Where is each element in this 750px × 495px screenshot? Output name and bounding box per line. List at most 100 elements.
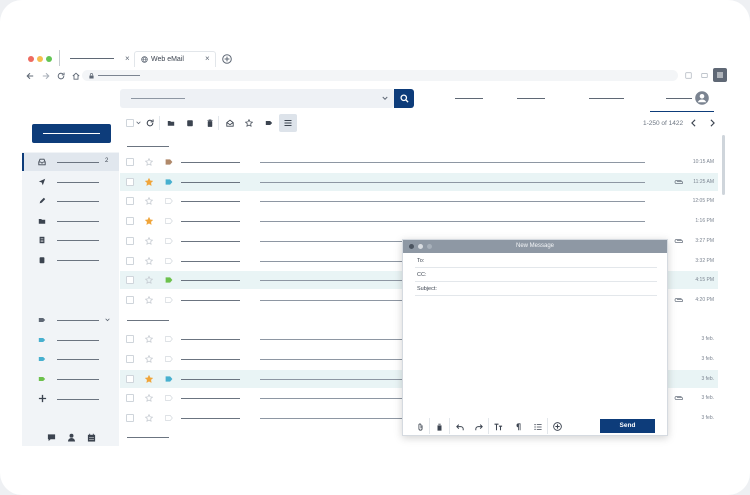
extension-icon-2[interactable]: [701, 72, 708, 79]
star-icon[interactable]: [145, 414, 153, 422]
email-checkbox[interactable]: [126, 197, 134, 205]
email-label-icon[interactable]: [165, 238, 173, 244]
prev-page-icon[interactable]: [690, 119, 697, 127]
email-checkbox[interactable]: [126, 257, 134, 265]
header-nav-link-3[interactable]: [589, 98, 624, 99]
email-label-icon[interactable]: [165, 258, 173, 264]
refresh-icon[interactable]: [146, 119, 154, 127]
star-icon[interactable]: [145, 355, 153, 363]
calendar-icon[interactable]: [87, 433, 96, 442]
email-checkbox[interactable]: [126, 237, 134, 245]
sidebar-label-1[interactable]: [57, 320, 99, 321]
chevron-down-icon[interactable]: [382, 96, 388, 101]
email-label-icon[interactable]: [165, 179, 173, 185]
sidebar-item-drafts[interactable]: [57, 201, 99, 202]
browser-menu-button[interactable]: [713, 68, 727, 82]
forward-icon[interactable]: [42, 72, 50, 80]
select-dropdown-icon[interactable]: [136, 121, 141, 125]
sidebar-label-4[interactable]: [57, 379, 99, 380]
email-checkbox[interactable]: [126, 335, 134, 343]
star-toolbar-icon[interactable]: [245, 119, 253, 127]
discard-icon[interactable]: [436, 423, 443, 431]
sidebar-item-documents[interactable]: [57, 240, 99, 241]
email-checkbox[interactable]: [126, 158, 134, 166]
sidebar-item-trash[interactable]: [57, 260, 99, 261]
minimize-window-dot[interactable]: [37, 56, 43, 62]
star-icon[interactable]: [145, 276, 153, 284]
folder-icon[interactable]: [167, 119, 175, 127]
email-label-icon[interactable]: [165, 356, 173, 362]
address-bar[interactable]: [82, 70, 678, 81]
undo-icon[interactable]: [456, 423, 464, 431]
email-checkbox[interactable]: [126, 296, 134, 304]
email-checkbox[interactable]: [126, 276, 134, 284]
search-input[interactable]: [120, 89, 394, 108]
subject-field[interactable]: [415, 295, 657, 296]
email-checkbox[interactable]: [126, 355, 134, 363]
email-checkbox[interactable]: [126, 217, 134, 225]
list-icon[interactable]: [534, 423, 542, 431]
star-icon[interactable]: [145, 197, 153, 205]
tab-close-icon[interactable]: ×: [205, 55, 210, 63]
tab-1-close-icon[interactable]: ×: [125, 55, 130, 63]
message-body[interactable]: [415, 298, 657, 413]
star-filled-icon[interactable]: [145, 178, 153, 186]
email-label-icon[interactable]: [165, 415, 173, 421]
email-label-icon[interactable]: [165, 159, 173, 165]
label-tag-icon[interactable]: [265, 119, 273, 127]
email-checkbox[interactable]: [126, 394, 134, 402]
compose-button[interactable]: [32, 124, 111, 143]
mark-read-icon[interactable]: [226, 119, 234, 127]
star-icon[interactable]: [145, 296, 153, 304]
email-label-icon[interactable]: [165, 376, 173, 382]
star-icon[interactable]: [145, 257, 153, 265]
email-checkbox[interactable]: [126, 178, 134, 186]
sidebar-item-folders[interactable]: [57, 221, 99, 222]
extension-icon-1[interactable]: [685, 72, 692, 79]
contacts-icon[interactable]: [67, 433, 76, 442]
label-dropdown-icon[interactable]: [105, 318, 110, 322]
email-checkbox[interactable]: [126, 414, 134, 422]
email-label-icon[interactable]: [165, 277, 173, 283]
sidebar-label-2[interactable]: [57, 340, 99, 341]
avatar[interactable]: [695, 91, 709, 105]
email-label-icon[interactable]: [165, 336, 173, 342]
back-icon[interactable]: [26, 72, 34, 80]
text-format-icon[interactable]: [494, 423, 503, 431]
insert-more-icon[interactable]: [553, 422, 562, 431]
redo-icon[interactable]: [475, 423, 483, 431]
email-checkbox[interactable]: [126, 375, 134, 383]
email-label-icon[interactable]: [165, 297, 173, 303]
email-label-icon[interactable]: [165, 395, 173, 401]
home-icon[interactable]: [72, 72, 80, 80]
star-icon[interactable]: [145, 237, 153, 245]
star-icon[interactable]: [145, 394, 153, 402]
star-filled-icon[interactable]: [145, 375, 153, 383]
scrollbar[interactable]: [722, 135, 725, 195]
maximize-window-dot[interactable]: [46, 56, 52, 62]
chat-icon[interactable]: [47, 433, 56, 442]
star-icon[interactable]: [145, 335, 153, 343]
next-page-icon[interactable]: [709, 119, 716, 127]
send-button[interactable]: Send: [600, 419, 655, 433]
reload-icon[interactable]: [57, 72, 65, 80]
search-button[interactable]: [394, 89, 414, 108]
sidebar-label-3[interactable]: [57, 359, 99, 360]
select-all-checkbox[interactable]: [126, 119, 134, 127]
to-field[interactable]: [415, 267, 657, 268]
star-filled-icon[interactable]: [145, 217, 153, 225]
new-tab-icon[interactable]: [222, 54, 232, 64]
more-actions-button[interactable]: [279, 114, 297, 132]
email-label-icon[interactable]: [165, 218, 173, 224]
cc-field[interactable]: [415, 281, 657, 282]
email-label-icon[interactable]: [165, 198, 173, 204]
header-nav-link-1[interactable]: [455, 98, 483, 99]
archive-icon[interactable]: [186, 119, 194, 127]
tab-web-email[interactable]: Web eMail ×: [134, 51, 216, 67]
trash-icon[interactable]: [206, 119, 214, 127]
close-window-dot[interactable]: [28, 56, 34, 62]
sidebar-item-sent[interactable]: [57, 182, 99, 183]
add-label-icon[interactable]: [38, 394, 47, 403]
header-nav-link-2[interactable]: [517, 98, 545, 99]
star-icon[interactable]: [145, 158, 153, 166]
